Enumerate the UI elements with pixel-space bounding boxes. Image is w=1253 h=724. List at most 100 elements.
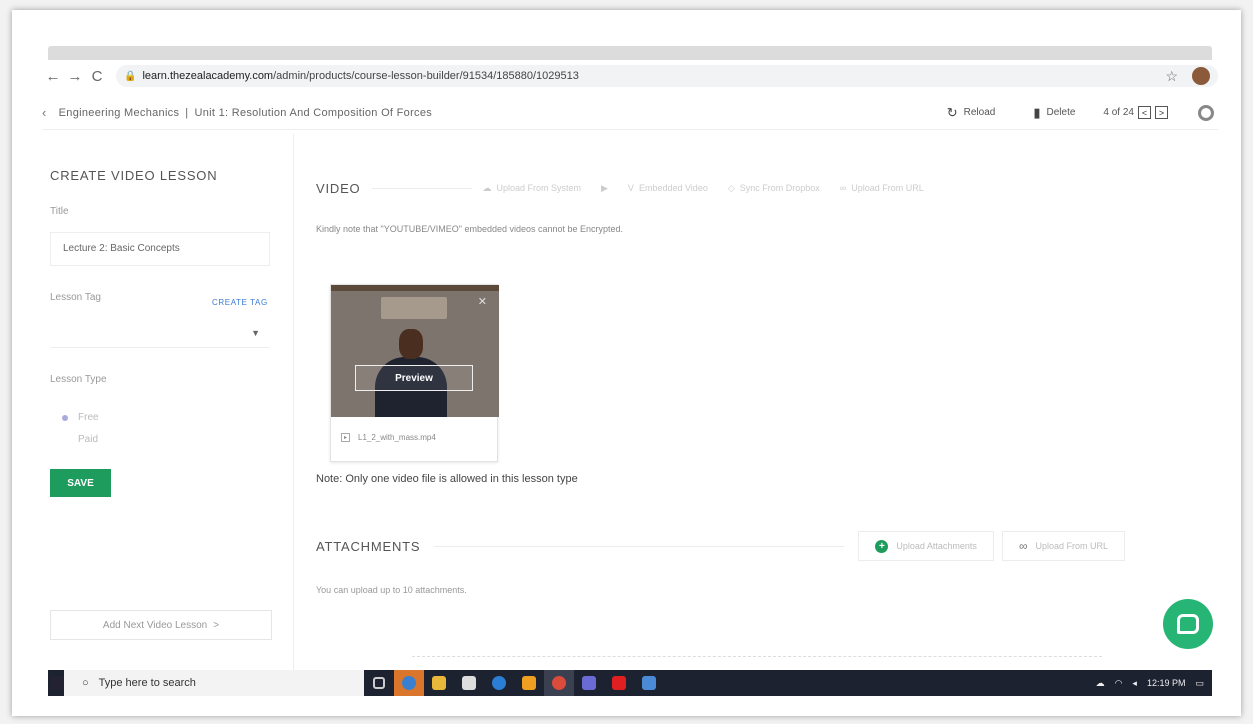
url-field[interactable]: 🔒 learn.thezealacademy.com/admin/product…: [116, 65, 1218, 87]
video-section-header: VIDEO ☁ Upload From System ▶ V Embedded Vi…: [316, 178, 1216, 198]
lesson-pager: 4 of 24 < >: [1103, 106, 1168, 119]
teams-icon[interactable]: [574, 670, 604, 696]
radio-label-free: Free: [78, 412, 99, 423]
store-icon[interactable]: [454, 670, 484, 696]
search-icon: ○: [82, 677, 89, 689]
breadcrumb-course[interactable]: Engineering Mechanics: [59, 107, 180, 119]
reload-button[interactable]: ↻ Reload: [947, 105, 996, 121]
radio-selected-icon: [62, 414, 68, 421]
video-file-card: ✕ Preview ▸ L1_2_with_mass.mp4: [330, 284, 499, 462]
attachments-upload-url-label: Upload From URL: [1035, 541, 1109, 551]
pager-text: 4 of 24: [1103, 107, 1134, 118]
caret-down-icon: ▼: [251, 328, 260, 338]
title-label: Title: [50, 206, 69, 217]
chevron-left-icon[interactable]: ‹: [42, 105, 47, 120]
next-lesson-label: Add Next Video Lesson: [102, 619, 208, 631]
attachments-upload-from-url-button[interactable]: ∞ Upload From URL: [1001, 531, 1126, 561]
paint-icon[interactable]: [514, 670, 544, 696]
taskbar-search-box[interactable]: ○ Type here to search: [64, 670, 364, 696]
chat-support-button[interactable]: [1163, 599, 1213, 649]
upload-attachments-label: Upload Attachments: [896, 541, 977, 551]
embedded-video-option[interactable]: V Embedded Video: [628, 183, 708, 193]
reload-icon: ↻: [946, 104, 958, 120]
lesson-tag-label: Lesson Tag: [50, 292, 101, 303]
divider-line: [434, 545, 845, 547]
embed-encryption-note: Kindly note that "YOUTUBE/VIMEO" embedde…: [316, 224, 624, 234]
pager-next-button[interactable]: >: [1155, 106, 1168, 119]
url-host: learn.thezealacademy.com: [142, 70, 274, 82]
app-header: ‹ Engineering Mechanics | Unit 1: Resolu…: [42, 96, 1218, 130]
sync-from-dropbox-label: Sync From Dropbox: [739, 183, 820, 193]
volume-icon[interactable]: ◂: [1132, 678, 1137, 689]
title-input[interactable]: Lecture 2: Basic Concepts: [50, 232, 270, 266]
add-next-video-lesson-button[interactable]: Add Next Video Lesson >: [50, 610, 272, 640]
profile-avatar[interactable]: [1192, 67, 1210, 85]
close-icon[interactable]: ✕: [478, 295, 487, 308]
system-tray: ☁ ◠ ◂ 12:19 PM ▭: [1096, 678, 1212, 689]
lock-icon: 🔒: [124, 70, 137, 82]
upload-attachments-button[interactable]: + Upload Attachments: [858, 531, 994, 561]
youtube-taskbar-icon[interactable]: [604, 670, 634, 696]
firefox-icon[interactable]: [394, 670, 424, 696]
edge-icon[interactable]: [484, 670, 514, 696]
video-filename-row: ▸ L1_2_with_mass.mp4: [341, 433, 436, 442]
create-tag-link[interactable]: CREATE TAG: [212, 298, 268, 307]
embedded-video-label: Embedded Video: [638, 183, 708, 193]
youtube-option[interactable]: ▶: [601, 183, 608, 194]
back-arrow-icon[interactable]: ←: [42, 68, 64, 85]
calendar-icon[interactable]: [634, 670, 664, 696]
chat-icon: [1177, 614, 1199, 634]
panel-title: CREATE VIDEO LESSON: [50, 168, 218, 183]
help-lifering-icon[interactable]: [1198, 104, 1214, 121]
task-view-icon[interactable]: [364, 670, 394, 696]
preview-button[interactable]: Preview: [355, 365, 473, 391]
windows-taskbar: ○ Type here to search ☁ ◠ ◂ 12:19 PM ▭: [48, 670, 1212, 696]
lesson-tag-select[interactable]: ▼: [50, 318, 270, 348]
link-icon: ∞: [1018, 539, 1028, 553]
taskbar-search-placeholder: Type here to search: [98, 677, 196, 689]
wifi-icon[interactable]: ◠: [1115, 678, 1123, 689]
pager-prev-button[interactable]: <: [1138, 106, 1151, 119]
divider-line: [372, 187, 473, 189]
windows-start-icon[interactable]: [50, 676, 64, 690]
upload-from-system-label: Upload From System: [496, 183, 581, 193]
upload-from-url-option[interactable]: ∞ Upload From URL: [840, 183, 924, 193]
file-explorer-icon[interactable]: [424, 670, 454, 696]
breadcrumb-separator: |: [185, 106, 189, 119]
forward-arrow-icon[interactable]: →: [64, 68, 86, 85]
lesson-settings-panel: CREATE VIDEO LESSON Title Lecture 2: Bas…: [42, 134, 294, 674]
video-thumbnail[interactable]: ✕ Preview: [331, 285, 499, 417]
breadcrumb-unit[interactable]: Unit 1: Resolution And Composition Of Fo…: [194, 107, 432, 119]
upload-cloud-icon: ☁: [482, 182, 492, 193]
upload-from-system-option[interactable]: ☁ Upload From System: [482, 183, 581, 194]
browser-tab-strip[interactable]: [48, 46, 1212, 60]
file-icon: ▸: [341, 433, 350, 442]
refresh-icon[interactable]: C: [86, 68, 108, 85]
lesson-type-free-radio[interactable]: Free: [62, 412, 99, 423]
clock-time: 12:19 PM: [1146, 677, 1186, 688]
save-button[interactable]: SAVE: [50, 469, 111, 497]
radio-label-paid: Paid: [78, 434, 99, 445]
youtube-icon: ▶: [601, 182, 608, 193]
upload-from-url-label: Upload From URL: [851, 183, 924, 193]
trash-icon: ▮: [1033, 104, 1041, 120]
header-actions: ↻ Reload ▮ Delete 4 of 24 < >: [947, 104, 1218, 121]
sync-from-dropbox-option[interactable]: ◇ Sync From Dropbox: [728, 183, 820, 194]
chevron-right-icon: >: [213, 619, 220, 631]
plus-circle-icon: +: [875, 539, 889, 553]
link-icon: ∞: [839, 183, 847, 193]
bookmark-star-icon[interactable]: ☆: [1165, 68, 1178, 85]
dashed-divider: [412, 656, 1102, 657]
browser-address-bar: ← → C 🔒 learn.thezealacademy.com/admin/p…: [42, 62, 1218, 90]
reload-label: Reload: [963, 107, 996, 118]
video-heading: VIDEO: [316, 180, 361, 196]
notification-icon[interactable]: ▭: [1195, 678, 1204, 689]
lesson-type-paid-radio[interactable]: Paid: [62, 434, 98, 445]
video-filename: L1_2_with_mass.mp4: [358, 433, 436, 442]
taskbar-clock[interactable]: 12:19 PM: [1147, 678, 1186, 689]
weather-icon[interactable]: ☁: [1096, 678, 1105, 689]
vimeo-icon: V: [627, 183, 634, 193]
chrome-icon[interactable]: [544, 670, 574, 696]
single-video-note: Note: Only one video file is allowed in …: [316, 473, 578, 485]
delete-button[interactable]: ▮ Delete: [1033, 105, 1075, 121]
